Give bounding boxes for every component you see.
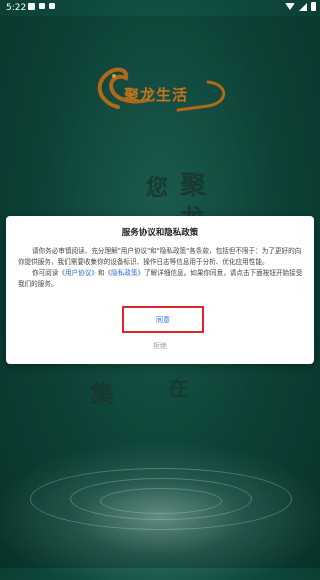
battery-icon [311, 2, 316, 11]
para2-and: 和 [97, 269, 105, 277]
signal-icon [299, 2, 307, 11]
dialog-body: 请你务必审慎阅读、充分理解"用户协议"和"隐私政策"各条款，包括但不限于：为了更… [18, 246, 304, 290]
reject-button[interactable]: 拒绝 [6, 341, 314, 351]
system-icons [285, 2, 316, 11]
wifi-icon [285, 3, 295, 10]
agree-button[interactable]: 同意 [122, 306, 204, 333]
notification-icons [28, 3, 55, 10]
para2-prefix: 你可阅读 [32, 269, 59, 277]
download-icon [49, 3, 55, 9]
status-bar: 5:22 [0, 0, 320, 16]
dialog-title: 服务协议和隐私政策 [121, 228, 199, 238]
privacy-dialog: 服务协议和隐私政策 请你务必审慎阅读、充分理解"用户协议"和"隐私政策"各条款，… [6, 216, 314, 364]
status-time: 5:22 [6, 3, 27, 13]
agree-label: 同意 [156, 315, 170, 324]
notification-icon [28, 3, 35, 10]
user-agreement-link[interactable]: 《用户协议》 [58, 269, 98, 277]
privacy-policy-link[interactable]: 《隐私政策》 [105, 269, 145, 277]
dialog-paragraph-2: 你可阅读《用户协议》和《隐私政策》了解详细信息。如果你同意，请点击下面按钮开始接… [18, 268, 304, 290]
image-icon [39, 3, 45, 9]
dialog-paragraph-1: 请你务必审慎阅读、充分理解"用户协议"和"隐私政策"各条款，包括但不限于：为了更… [18, 247, 302, 266]
